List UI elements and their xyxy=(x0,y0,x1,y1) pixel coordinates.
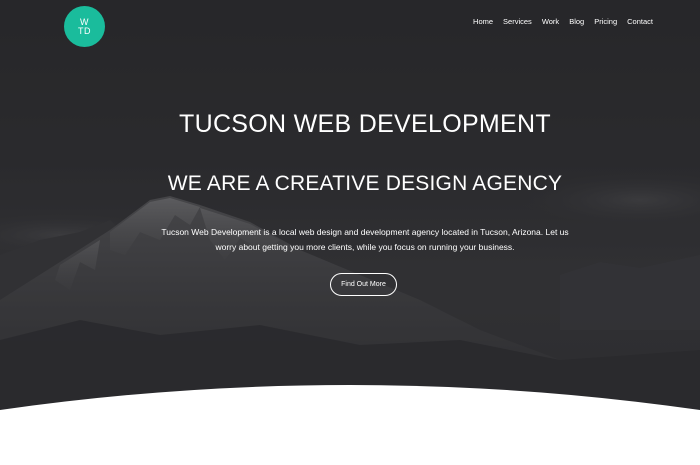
hero-bottom-curve xyxy=(0,385,700,465)
page: W TD Home Services Work Blog Pricing Con… xyxy=(0,0,700,465)
hero-section: W TD Home Services Work Blog Pricing Con… xyxy=(0,0,700,465)
